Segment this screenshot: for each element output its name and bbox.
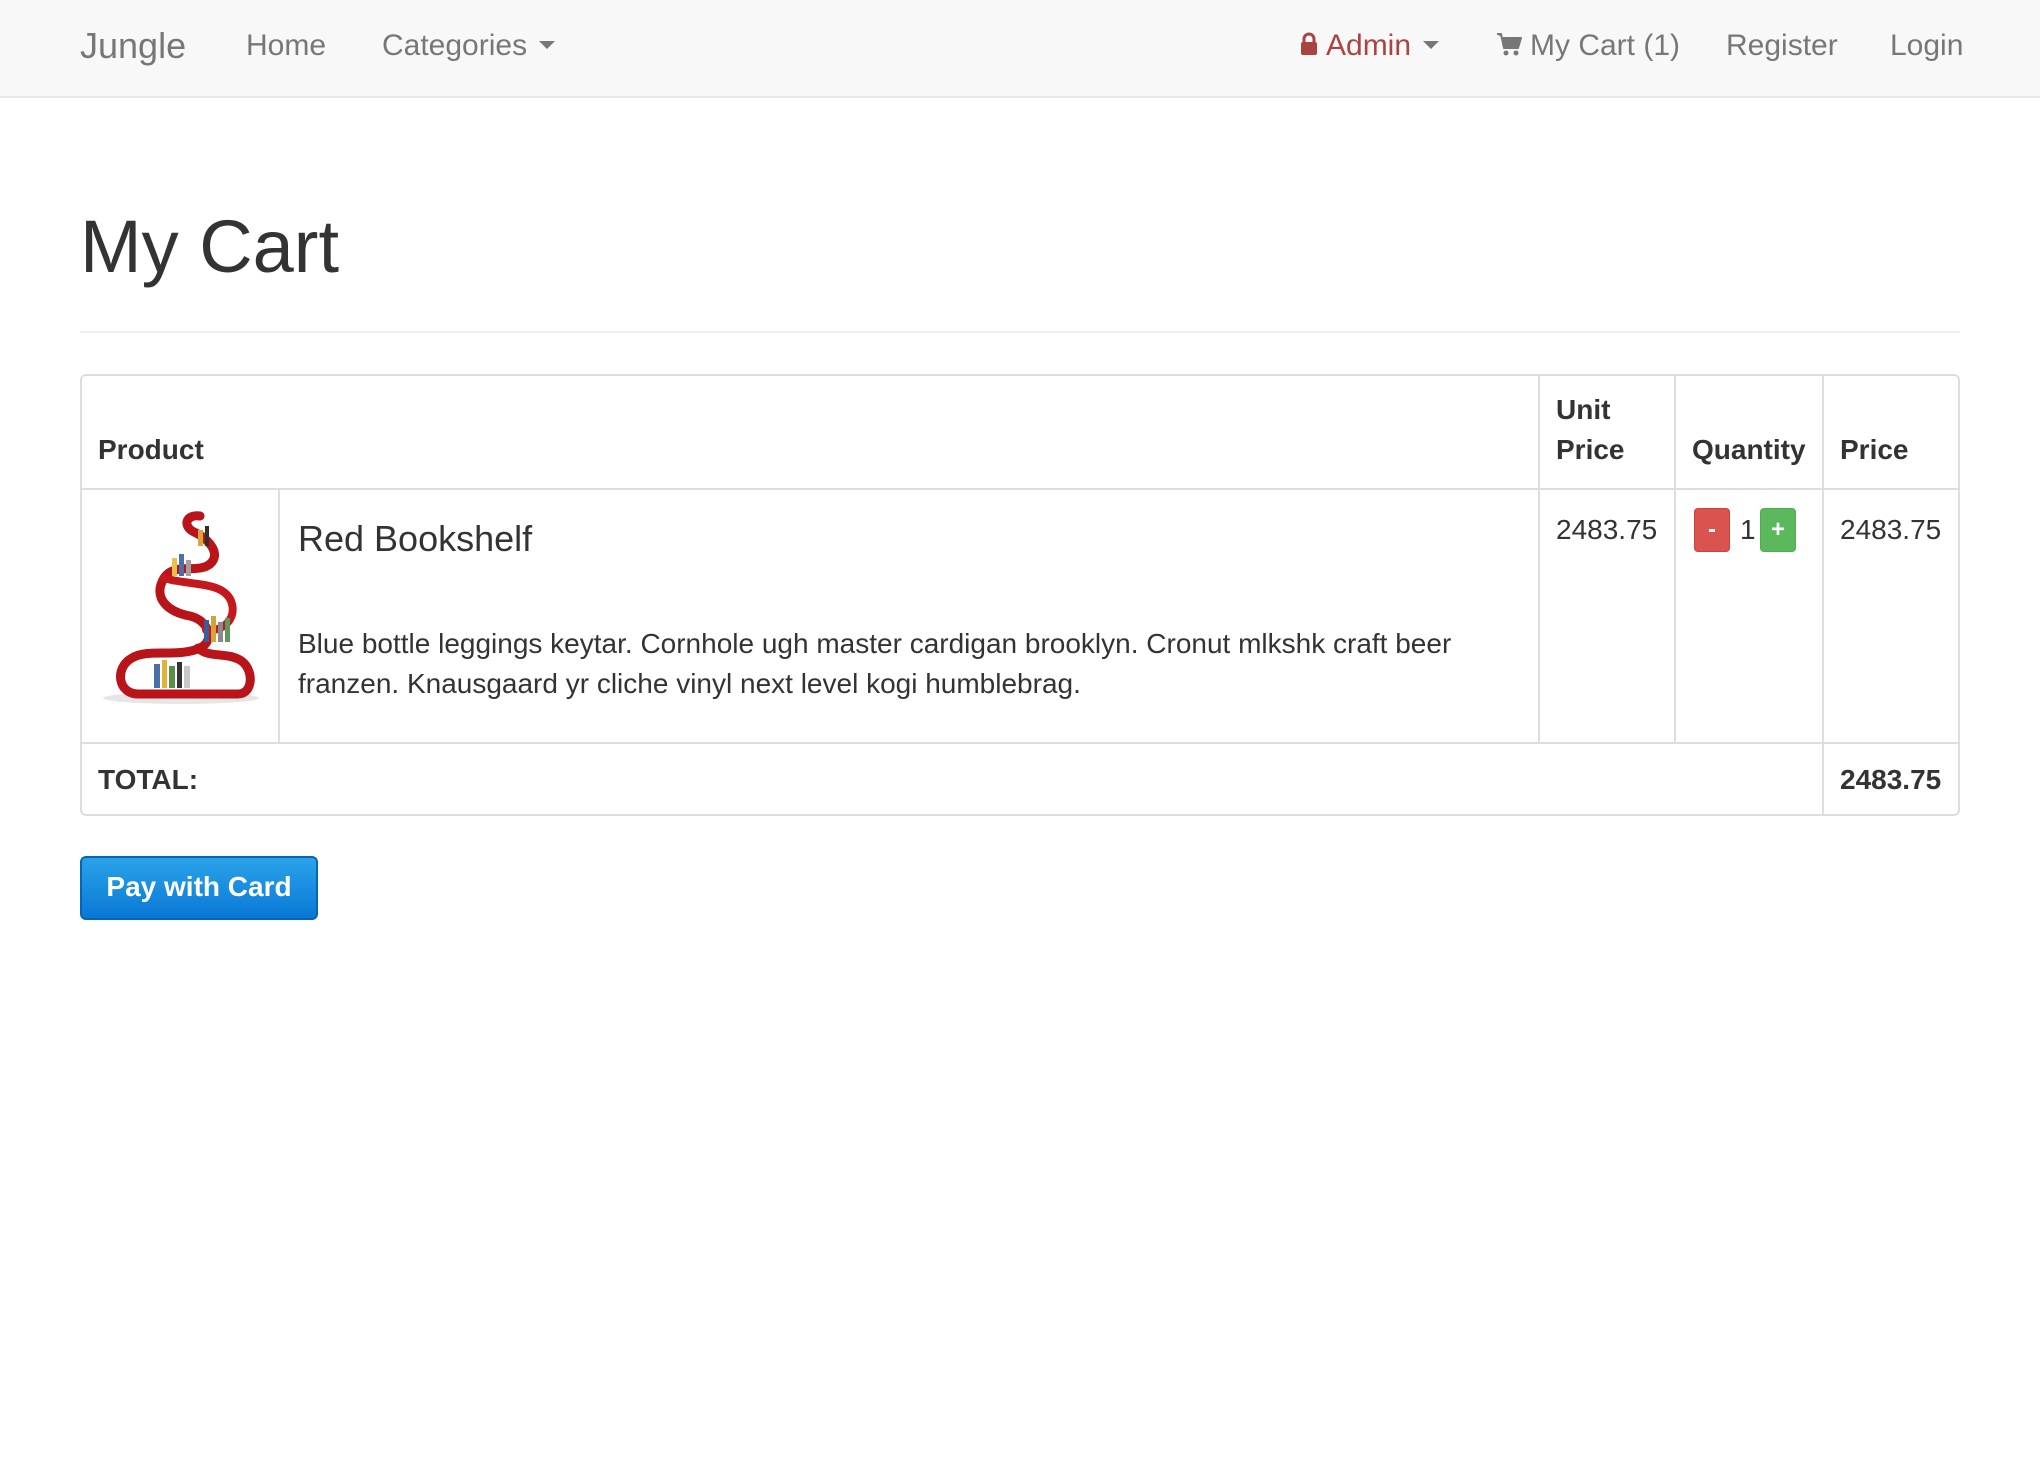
caret-down-icon xyxy=(1423,41,1440,50)
cart-table: Product Unit Price Quantity Price Red Bo… xyxy=(80,374,1960,816)
decrease-quantity-button[interactable]: - xyxy=(1694,508,1730,552)
header-divider xyxy=(80,331,1960,333)
nav-categories-dropdown[interactable]: Categories xyxy=(382,0,556,96)
shopping-cart-icon xyxy=(1497,33,1522,56)
column-divider xyxy=(1822,376,1824,814)
product-name: Red Bookshelf xyxy=(298,518,533,559)
nav-home-link[interactable]: Home xyxy=(246,0,326,96)
nav-cart-label: My Cart (1) xyxy=(1530,29,1680,62)
navbar: Jungle Home Categories Admin My Cart (1)… xyxy=(0,0,2040,98)
brand-link[interactable]: Jungle xyxy=(80,0,186,96)
total-value: 2483.75 xyxy=(1840,764,1942,795)
pay-with-card-button[interactable]: Pay with Card xyxy=(80,856,318,920)
table-header-divider xyxy=(82,488,1958,490)
product-description: Blue bottle leggings keytar. Cornhole ug… xyxy=(298,628,1452,699)
caret-down-icon xyxy=(539,41,556,50)
nav-categories-label: Categories xyxy=(382,29,528,62)
lock-icon xyxy=(1301,32,1317,56)
unit-price: 2483.75 xyxy=(1556,514,1658,545)
nav-admin-label: Admin xyxy=(1326,29,1412,62)
nav-login-link[interactable]: Login xyxy=(1890,0,1963,96)
line-price: 2483.75 xyxy=(1840,514,1942,545)
header-quantity: Quantity xyxy=(1692,434,1806,465)
nav-register-link[interactable]: Register xyxy=(1726,0,1838,96)
page-title: My Cart xyxy=(80,205,339,288)
header-price: Price xyxy=(1840,434,1909,465)
header-unit-price-line2: Price xyxy=(1556,434,1625,465)
column-divider xyxy=(278,488,280,742)
quantity-value: 1 xyxy=(1740,514,1756,545)
product-image xyxy=(103,511,259,704)
nav-admin-dropdown[interactable]: Admin xyxy=(1300,0,1440,96)
total-label: TOTAL: xyxy=(98,764,199,795)
increase-quantity-button[interactable]: + xyxy=(1760,508,1796,552)
column-divider xyxy=(1538,376,1540,742)
header-product: Product xyxy=(98,434,204,465)
nav-cart-link[interactable]: My Cart (1) xyxy=(1496,0,1680,96)
header-unit-price-line1: Unit xyxy=(1556,394,1611,425)
table-total-divider xyxy=(82,742,1958,744)
column-divider xyxy=(1674,376,1676,742)
